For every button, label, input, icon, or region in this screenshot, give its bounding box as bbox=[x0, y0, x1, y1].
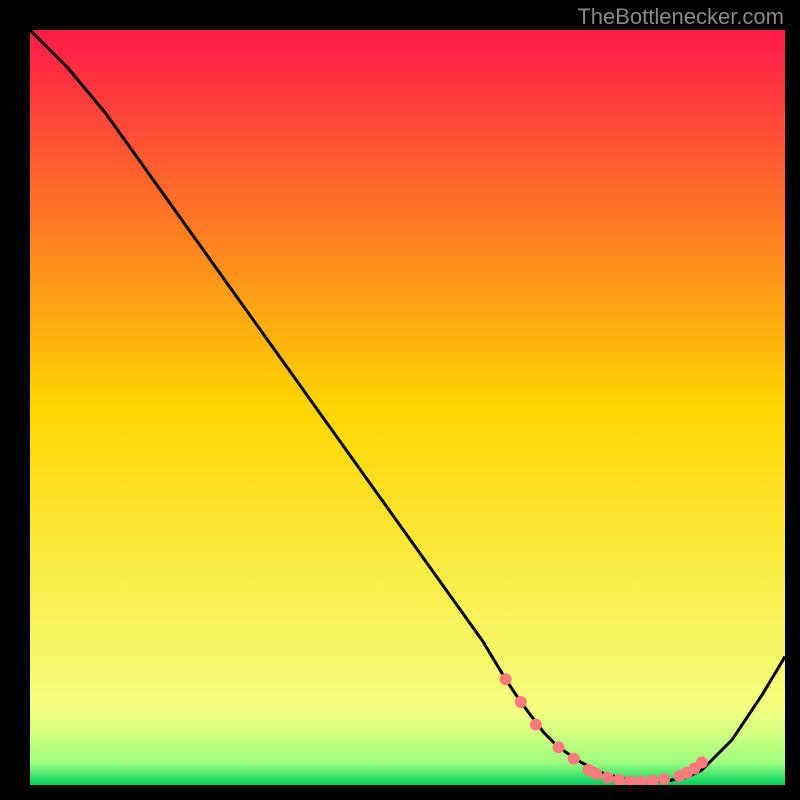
marker-dot bbox=[515, 696, 527, 708]
gradient-background bbox=[30, 30, 785, 785]
plot-area bbox=[30, 30, 785, 785]
marker-dot bbox=[590, 768, 602, 780]
chart-container: TheBottlenecker.com bbox=[0, 0, 800, 800]
marker-dot bbox=[553, 741, 565, 753]
chart-svg bbox=[30, 30, 785, 785]
watermark-label: TheBottlenecker.com bbox=[577, 4, 784, 30]
marker-dot bbox=[602, 771, 614, 783]
marker-dot bbox=[658, 773, 670, 785]
marker-dot bbox=[568, 753, 580, 765]
marker-dot bbox=[530, 719, 542, 731]
marker-dot bbox=[500, 673, 512, 685]
marker-dot bbox=[696, 756, 708, 768]
